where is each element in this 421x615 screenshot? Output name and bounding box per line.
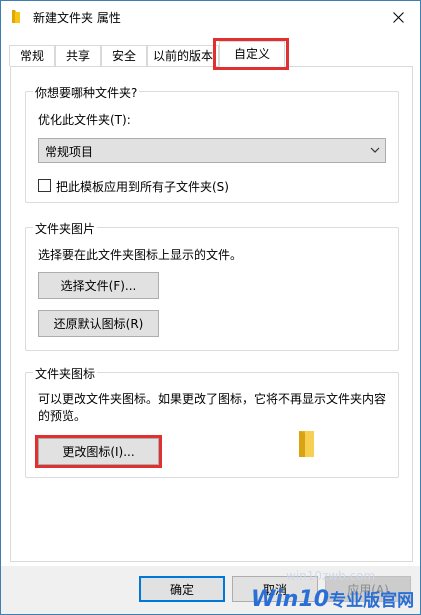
- folder-icon-description-line2: 的预览。: [38, 409, 87, 423]
- folder-icon: [12, 10, 20, 23]
- watermark-brand: Win10: [251, 587, 330, 612]
- optimize-label: 优化此文件夹(T):: [38, 113, 131, 127]
- watermark-logo: Win10专业版官网: [251, 586, 414, 612]
- properties-window: 新建文件夹 属性 常规 共享 安全 以前的版本 自定义 你想要哪种文件夹? 优化…: [0, 0, 421, 615]
- folder-icon-description-line1: 可以更改文件夹图标。如果更改了图标，它将不再显示文件夹内容: [38, 392, 387, 406]
- ok-button[interactable]: 确定: [139, 576, 225, 602]
- change-icon-button[interactable]: 更改图标(I)...: [38, 438, 159, 465]
- optimize-selected-value: 常规项目: [45, 145, 94, 159]
- customize-panel: 你想要哪种文件夹? 优化此文件夹(T): 常规项目 把此模板应用到所有子文件夹(…: [10, 66, 413, 562]
- tab-previous-versions[interactable]: 以前的版本: [147, 45, 219, 66]
- folder-preview-icon: [299, 431, 314, 457]
- apply-to-subfolders-label: 把此模板应用到所有子文件夹(S): [56, 180, 229, 194]
- window-title: 新建文件夹 属性: [33, 11, 121, 25]
- apply-to-subfolders-checkbox[interactable]: [38, 179, 51, 192]
- chevron-down-icon: [370, 147, 380, 153]
- watermark-suffix: 专业版官网: [329, 591, 415, 611]
- folder-type-legend: 你想要哪种文件夹?: [33, 84, 140, 101]
- dialog-button-bar: 确定 取消 应用(A) win10zwb.com Win10专业版官网: [1, 566, 420, 614]
- folder-picture-description: 选择要在此文件夹图标上显示的文件。: [38, 248, 243, 262]
- tab-customize[interactable]: 自定义: [219, 41, 285, 69]
- optimize-dropdown[interactable]: 常规项目: [38, 138, 386, 163]
- close-icon: [392, 11, 404, 23]
- folder-picture-group: 文件夹图片 选择要在此文件夹图标上显示的文件。 选择文件(F)... 还原默认图…: [25, 220, 399, 351]
- tab-general[interactable]: 常规: [9, 45, 55, 66]
- folder-type-group: 你想要哪种文件夹? 优化此文件夹(T): 常规项目 把此模板应用到所有子文件夹(…: [25, 84, 399, 203]
- choose-file-button[interactable]: 选择文件(F)...: [38, 272, 159, 299]
- title-bar: 新建文件夹 属性: [1, 1, 420, 33]
- watermark-url: win10zwb.com: [286, 569, 376, 583]
- restore-default-button[interactable]: 还原默认图标(R): [38, 310, 159, 337]
- tab-sharing[interactable]: 共享: [55, 45, 101, 66]
- folder-icon-group: 文件夹图标 可以更改文件夹图标。如果更改了图标，它将不再显示文件夹内容 的预览。…: [25, 365, 399, 478]
- folder-picture-legend: 文件夹图片: [33, 220, 98, 237]
- folder-icon-legend: 文件夹图标: [33, 365, 98, 382]
- tab-security[interactable]: 安全: [101, 45, 147, 66]
- close-button[interactable]: [376, 1, 420, 33]
